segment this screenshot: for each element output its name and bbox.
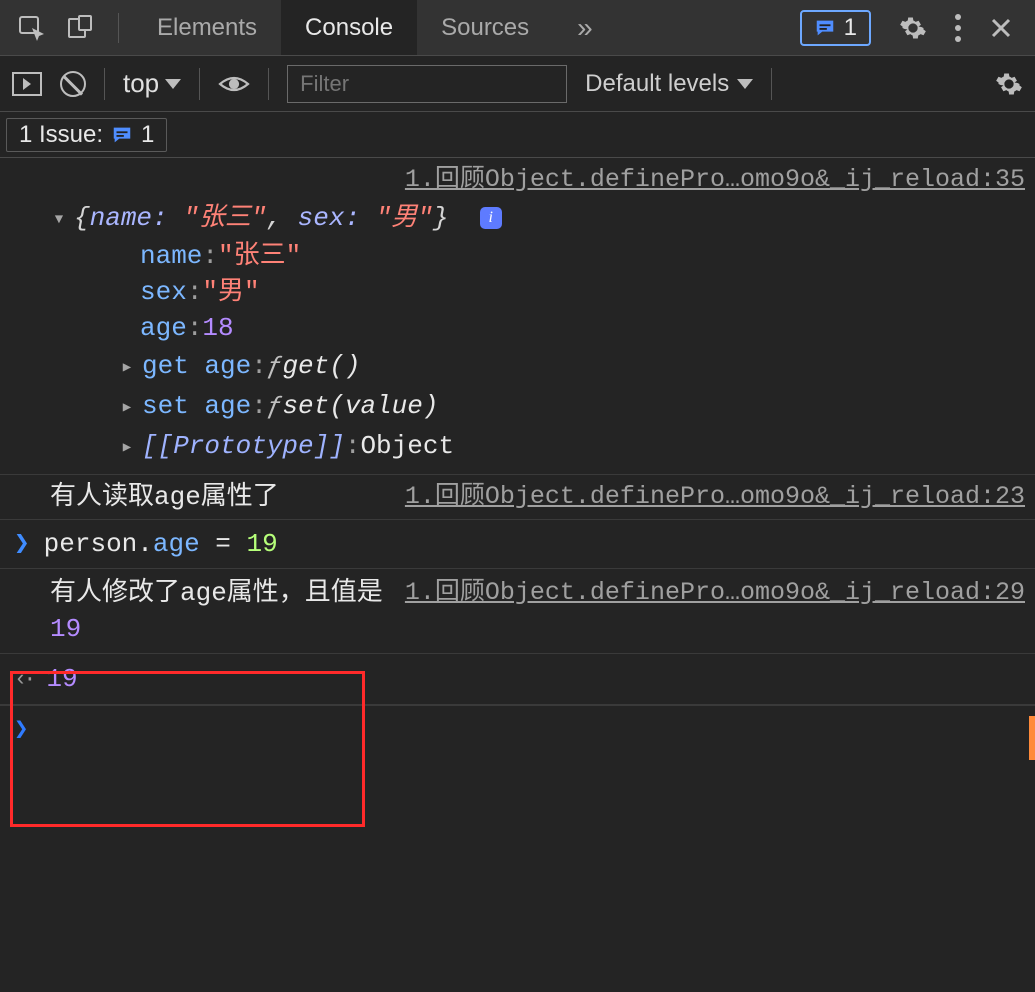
console-settings-icon[interactable]: [995, 70, 1023, 98]
getter-label[interactable]: get age: [142, 348, 251, 384]
code-prop: age: [153, 529, 200, 559]
log-row[interactable]: 1.回顾Object.definePro…omo9o&_ij_reload:23…: [0, 475, 1035, 520]
prop-value: "男": [376, 203, 433, 233]
console-output[interactable]: 1.回顾Object.definePro…omo9o&_ij_reload:35…: [0, 158, 1035, 992]
disclosure-triangle-icon[interactable]: [118, 386, 136, 426]
log-text: 有人读取age属性了: [50, 482, 279, 512]
brace-close: }: [433, 203, 449, 233]
prototype-label[interactable]: [[Prototype]]: [142, 428, 345, 464]
issues-bar: 1 Issue: 1: [0, 112, 1035, 158]
prop-key: name:: [90, 203, 168, 233]
source-link[interactable]: 1.回顾Object.definePro…omo9o&_ij_reload:23: [405, 479, 1025, 515]
source-link[interactable]: 1.回顾Object.definePro…omo9o&_ij_reload:29: [405, 575, 1025, 611]
scroll-indicator: [1029, 716, 1035, 760]
settings-icon[interactable]: [899, 14, 927, 42]
devtools-tabbar: Elements Console Sources 1: [0, 0, 1035, 56]
prop-key[interactable]: name: [140, 238, 202, 274]
log-row-object[interactable]: 1.回顾Object.definePro…omo9o&_ij_reload:35…: [0, 158, 1035, 475]
prop-value[interactable]: "男": [202, 274, 259, 310]
log-number: 19: [50, 614, 81, 644]
output-row[interactable]: 19: [0, 654, 1035, 705]
tab-sources[interactable]: Sources: [417, 0, 553, 55]
setter-label[interactable]: set age: [142, 388, 251, 424]
code-op: =: [200, 529, 247, 559]
issue-chip[interactable]: 1 Issue: 1: [6, 118, 167, 152]
prop-key: sex:: [298, 203, 360, 233]
prop-key[interactable]: sex: [140, 274, 187, 310]
close-icon[interactable]: [989, 16, 1013, 40]
brace-open: {: [74, 203, 90, 233]
tabbar-right: 1: [800, 10, 1035, 46]
clear-console-icon[interactable]: [60, 71, 86, 97]
chat-icon: [814, 17, 836, 39]
chat-icon: [111, 124, 133, 146]
prompt-caret-icon: ❯: [14, 714, 28, 744]
tabbar-left: [0, 14, 104, 42]
separator: [104, 68, 105, 100]
dropdown-arrow-icon: [165, 79, 181, 89]
info-icon[interactable]: i: [480, 207, 502, 229]
separator: [268, 68, 269, 100]
tabs: Elements Console Sources: [133, 0, 617, 55]
source-link[interactable]: 1.回顾Object.definePro…omo9o&_ij_reload:35: [405, 162, 1025, 198]
issue-count: 1: [141, 121, 154, 149]
log-row[interactable]: 1.回顾Object.definePro…omo9o&_ij_reload:29…: [0, 569, 1035, 654]
separator: [118, 13, 119, 43]
log-text-part: 有人修改了age属性，且值是: [50, 578, 383, 608]
chevron-double-right-icon: [577, 12, 593, 44]
log-text: 有人修改了age属性，且值是 19: [50, 578, 383, 644]
prop-value: "张三": [183, 203, 266, 233]
prop-value[interactable]: "张三": [218, 238, 301, 274]
separator: [199, 68, 200, 100]
object-summary[interactable]: {name: "张三", sex: "男"}: [74, 200, 449, 236]
function-name[interactable]: set(value): [282, 388, 438, 424]
issue-label: 1 Issue:: [19, 121, 103, 149]
tab-console[interactable]: Console: [281, 0, 417, 55]
disclosure-triangle-icon[interactable]: [118, 346, 136, 386]
output-value: 19: [46, 661, 77, 697]
filter-input[interactable]: [287, 65, 567, 103]
log-levels-selector[interactable]: Default levels: [585, 70, 753, 98]
issues-badge-button[interactable]: 1: [800, 10, 871, 46]
context-label: top: [123, 68, 159, 99]
disclosure-triangle-icon[interactable]: [50, 198, 68, 238]
prototype-value[interactable]: Object: [360, 428, 454, 464]
live-expression-icon[interactable]: [218, 74, 250, 94]
inspect-element-icon[interactable]: [18, 14, 46, 42]
output-caret-icon: [14, 660, 32, 698]
badge-count: 1: [844, 14, 857, 42]
function-name[interactable]: get(): [282, 348, 360, 384]
code-dot: .: [137, 529, 153, 559]
object-properties: name: "张三" sex: "男" age: 18 get age: ƒ g…: [50, 238, 1025, 466]
input-caret-icon: ❯: [14, 526, 30, 562]
vertical-dots-icon: [955, 14, 961, 42]
separator: [771, 68, 772, 100]
sidebar-toggle-icon[interactable]: [12, 72, 42, 96]
prop-key[interactable]: age: [140, 310, 187, 346]
prop-value[interactable]: 18: [202, 310, 233, 346]
tab-elements[interactable]: Elements: [133, 0, 281, 55]
device-toolbar-icon[interactable]: [66, 14, 94, 42]
console-toolbar: top Default levels: [0, 56, 1035, 112]
context-selector[interactable]: top: [123, 68, 181, 99]
code-literal: 19: [247, 529, 278, 559]
comma: ,: [266, 203, 297, 233]
dropdown-arrow-icon: [737, 79, 753, 89]
code-ident: person: [44, 529, 138, 559]
levels-label: Default levels: [585, 70, 729, 98]
input-code: person.age = 19: [44, 526, 278, 562]
tab-overflow[interactable]: [553, 0, 617, 55]
more-icon[interactable]: [955, 14, 961, 42]
input-row[interactable]: ❯ person.age = 19: [0, 520, 1035, 569]
disclosure-triangle-icon[interactable]: [118, 426, 136, 466]
console-prompt[interactable]: ❯: [0, 705, 1035, 752]
